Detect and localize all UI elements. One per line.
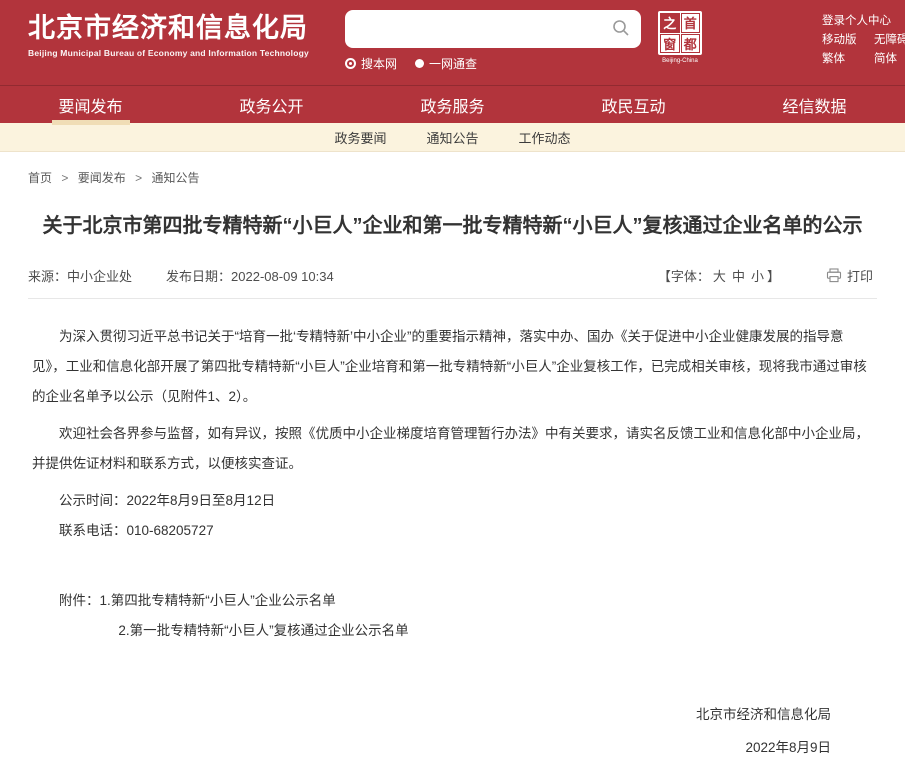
attachment-link-2[interactable]: 2.第一批专精特新“小巨人”复核通过企业公示名单: [118, 623, 408, 638]
search-scope-options: 搜本网 一网通查: [345, 55, 641, 72]
radio-selected-icon: [345, 58, 356, 69]
logo-char: 首: [680, 13, 700, 33]
article-signature: 北京市经济和信息化局 2022年8月9日: [32, 698, 873, 764]
capital-window-logo[interactable]: 之 首 窗 都 Beijing-China: [657, 11, 703, 64]
logo-caption: Beijing-China: [662, 58, 698, 64]
printer-icon: [826, 268, 842, 283]
scope-option-network[interactable]: 一网通查: [415, 55, 477, 72]
accessibility-link[interactable]: 无障碍: [874, 31, 905, 50]
site-title-en: Beijing Municipal Bureau of Economy and …: [28, 48, 309, 58]
article-paragraph: 欢迎社会各界参与监督，如有异议，按照《优质中小企业梯度培育管理暂行办法》中有关要…: [32, 426, 869, 471]
sub-navigation: 政务要闻 通知公告 工作动态: [0, 123, 905, 152]
search-input[interactable]: [345, 10, 641, 48]
nav-tab-government-affairs-open[interactable]: 政务公开: [181, 86, 362, 123]
date-value: 2022-08-09 10:34: [231, 269, 334, 284]
breadcrumb-news-release-link[interactable]: 要闻发布: [78, 171, 126, 185]
nav-tab-label: 经信数据: [782, 98, 847, 116]
capital-window-seal-icon: 之 首 窗 都: [658, 11, 702, 55]
article-paragraph: 为深入贯彻习近平总书记关于“培育一批‘专精特新’中小企业”的重要指示精神，落实中…: [32, 329, 867, 404]
scope-option-site[interactable]: 搜本网: [345, 55, 397, 72]
article-title: 关于北京市第四批专精特新“小巨人”企业和第一批专精特新“小巨人”复核通过企业名单…: [42, 215, 863, 237]
signature-organization: 北京市经济和信息化局: [696, 707, 831, 722]
nav-tab-news-release[interactable]: 要闻发布: [0, 86, 181, 123]
source-value: 中小企业处: [67, 269, 133, 284]
subnav-item-notices[interactable]: 通知公告: [426, 128, 478, 147]
font-size-bracket: 【字体：: [657, 269, 710, 284]
nav-tab-label: 政务公开: [239, 98, 304, 116]
search-area: 搜本网 一网通查: [345, 10, 641, 72]
nav-tab-public-interaction[interactable]: 政民互动: [543, 86, 724, 123]
font-size-small-button[interactable]: 小: [751, 269, 764, 284]
article-meta-row: 来源：中小企业处 发布日期：2022-08-09 10:34 【字体：大中小】 …: [28, 266, 877, 285]
article-source: 来源：中小企业处: [28, 266, 132, 285]
print-button[interactable]: 打印: [826, 266, 873, 285]
logo-char: 窗: [660, 33, 680, 53]
login-personal-center-link[interactable]: 登录个人中心: [822, 12, 891, 31]
attachment-link-1[interactable]: 1.第四批专精特新“小巨人”企业公示名单: [100, 593, 336, 608]
simplified-chinese-link[interactable]: 简体: [874, 50, 905, 69]
publicity-period-label: 公示时间：: [59, 493, 127, 508]
font-size-medium-button[interactable]: 中: [732, 269, 745, 284]
site-title: 北京市经济和信息化局: [28, 13, 308, 43]
publicity-period-value: 2022年8月9日至8月12日: [126, 493, 276, 508]
traditional-chinese-link[interactable]: 繁体: [822, 50, 858, 69]
breadcrumb-home-link[interactable]: 首页: [28, 171, 52, 185]
main-navigation: 要闻发布 政务公开 政务服务 政民互动 经信数据: [0, 85, 905, 123]
breadcrumb-separator: >: [61, 171, 69, 185]
nav-tab-label: 政务服务: [420, 98, 485, 116]
article-publish-date: 发布日期：2022-08-09 10:34: [166, 266, 334, 285]
contact-phone-label: 联系电话：: [59, 523, 127, 538]
font-size-bracket: 】: [766, 269, 780, 284]
contact-phone-value: 010-68205727: [126, 523, 214, 538]
nav-tab-economic-data[interactable]: 经信数据: [724, 86, 905, 123]
article-body: 为深入贯彻习近平总书记关于“培育一批‘专精特新’中小企业”的重要指示精神，落实中…: [0, 299, 905, 764]
signature-date: 2022年8月9日: [745, 740, 831, 755]
scope-option-label: 搜本网: [361, 57, 398, 71]
search-button[interactable]: [609, 17, 633, 41]
scope-option-label: 一网通查: [429, 57, 478, 71]
radio-unselected-icon: [415, 59, 425, 68]
nav-tab-government-services[interactable]: 政务服务: [362, 86, 543, 123]
print-label: 打印: [846, 269, 873, 284]
font-size-large-button[interactable]: 大: [713, 269, 726, 284]
breadcrumb: 首页 > 要闻发布 > 通知公告: [0, 152, 905, 186]
date-label: 发布日期：: [166, 269, 232, 284]
search-icon: [613, 19, 629, 36]
font-size-control: 【字体：大中小】: [658, 266, 780, 285]
source-label: 来源：: [28, 269, 68, 284]
mobile-version-link[interactable]: 移动版: [822, 31, 858, 50]
subnav-item-government-news[interactable]: 政务要闻: [334, 128, 386, 147]
breadcrumb-separator: >: [135, 171, 143, 185]
logo-char: 之: [660, 13, 680, 33]
header-quick-links: 登录个人中心 移动版 无障碍 繁体 简体: [822, 12, 905, 69]
site-brand[interactable]: 北京市经济和信息化局 Beijing Municipal Bureau of E…: [28, 13, 309, 58]
subnav-item-work-updates[interactable]: 工作动态: [519, 128, 571, 147]
site-header: 北京市经济和信息化局 Beijing Municipal Bureau of E…: [0, 0, 905, 85]
logo-char: 都: [680, 33, 700, 53]
attachments-label: 附件：: [59, 593, 100, 608]
breadcrumb-notices-link[interactable]: 通知公告: [151, 171, 199, 185]
attachments-block: 附件：1.第四批专精特新“小巨人”企业公示名单 2.第一批专精特新“小巨人”复核…: [32, 586, 873, 646]
nav-tab-label: 要闻发布: [58, 98, 123, 116]
nav-tab-label: 政民互动: [601, 98, 666, 116]
publicity-period-line: 公示时间：2022年8月9日至8月12日: [32, 486, 873, 516]
contact-phone-line: 联系电话：010-68205727: [32, 516, 873, 546]
